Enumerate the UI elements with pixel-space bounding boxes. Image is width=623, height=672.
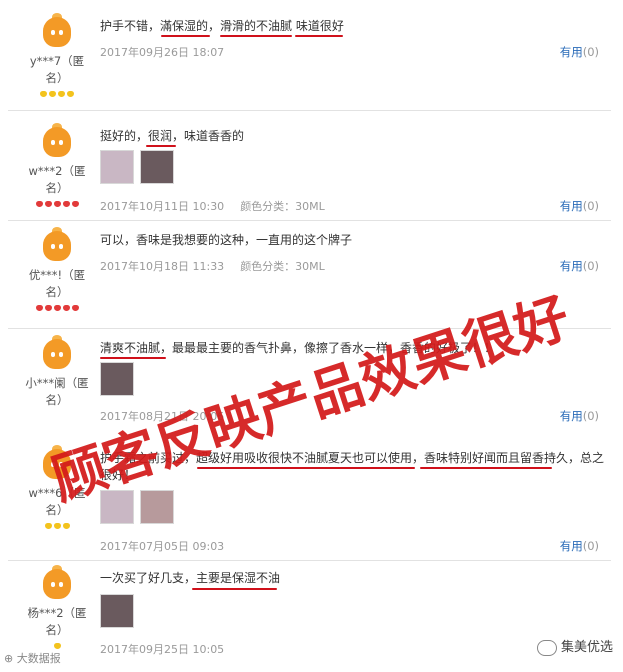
helpful-button[interactable]: 有用(0) — [560, 258, 599, 274]
review-text: 挺好的，很润，味道香香的 — [100, 129, 245, 143]
reviewer-name: 小***阑（匿名） — [25, 376, 89, 407]
reviewer: w***2（匿名） — [22, 123, 92, 207]
avatar — [40, 565, 74, 602]
level-badge — [22, 641, 92, 649]
avatar — [40, 123, 74, 160]
avatar — [40, 335, 74, 372]
level-badge — [22, 521, 92, 529]
underline-annotation — [220, 35, 292, 37]
level-badge — [22, 199, 92, 207]
reviewer-name: 杨***2（匿名） — [27, 606, 87, 637]
helpful-button[interactable]: 有用(0) — [560, 44, 599, 60]
reviewer: 杨***2（匿名） — [22, 565, 92, 649]
underline-annotation — [100, 357, 166, 359]
brand-label: 集美优选 — [536, 636, 613, 656]
review-photo[interactable] — [140, 150, 174, 184]
review-photo[interactable] — [100, 594, 134, 628]
reviewer-name: y***7（匿名） — [29, 54, 85, 85]
source-watermark: ⊕ 大数据报 — [4, 652, 61, 665]
underline-annotation — [420, 467, 552, 469]
review-text: 一次买了好几支，主要是保湿不油 — [100, 571, 281, 585]
reviewer: 优***!（匿名） — [22, 227, 92, 311]
reviewer-name: w***2（匿名） — [28, 164, 86, 195]
helpful-button[interactable]: 有用(0) — [560, 198, 599, 214]
underline-annotation — [161, 35, 210, 37]
reviewer-name: 优***!（匿名） — [28, 268, 86, 299]
level-badge — [22, 303, 92, 311]
level-badge — [22, 89, 92, 97]
review-photo[interactable] — [100, 150, 134, 184]
divider — [8, 220, 611, 221]
review-photos — [100, 362, 140, 399]
reviewer: y***7（匿名） — [22, 13, 92, 97]
helpful-button[interactable]: 有用(0) — [560, 408, 599, 424]
review-date: 2017年09月26日 18:07 — [100, 46, 225, 59]
underline-annotation — [197, 467, 415, 469]
review-date: 2017年10月18日 11:33 颜色分类：30ML — [100, 260, 325, 273]
review-photo[interactable] — [140, 490, 174, 524]
review-text: 可以，香味是我想要的这种，一直用的这个牌子 — [100, 233, 353, 247]
underline-annotation — [192, 588, 277, 590]
helpful-button[interactable]: 有用(0) — [560, 538, 599, 554]
underline-annotation — [146, 145, 176, 147]
review-text: 护手不错，滿保湿的，滑滑的不油腻 味道很好 — [100, 19, 344, 33]
avatar — [40, 227, 74, 264]
review-date: 2017年07月05日 09:03 — [100, 540, 225, 553]
review-date: 2017年09月25日 10:05 — [100, 643, 225, 656]
review-photo[interactable] — [100, 362, 134, 396]
wechat-icon — [536, 639, 557, 656]
reviewer: 小***阑（匿名） — [22, 335, 92, 409]
avatar — [40, 13, 74, 50]
divider — [8, 560, 611, 561]
divider — [8, 110, 611, 111]
review-photos — [100, 150, 180, 187]
review-photos — [100, 594, 140, 631]
underline-annotation — [295, 35, 343, 37]
review-date: 2017年10月11日 10:30 颜色分类：30ML — [100, 200, 325, 213]
